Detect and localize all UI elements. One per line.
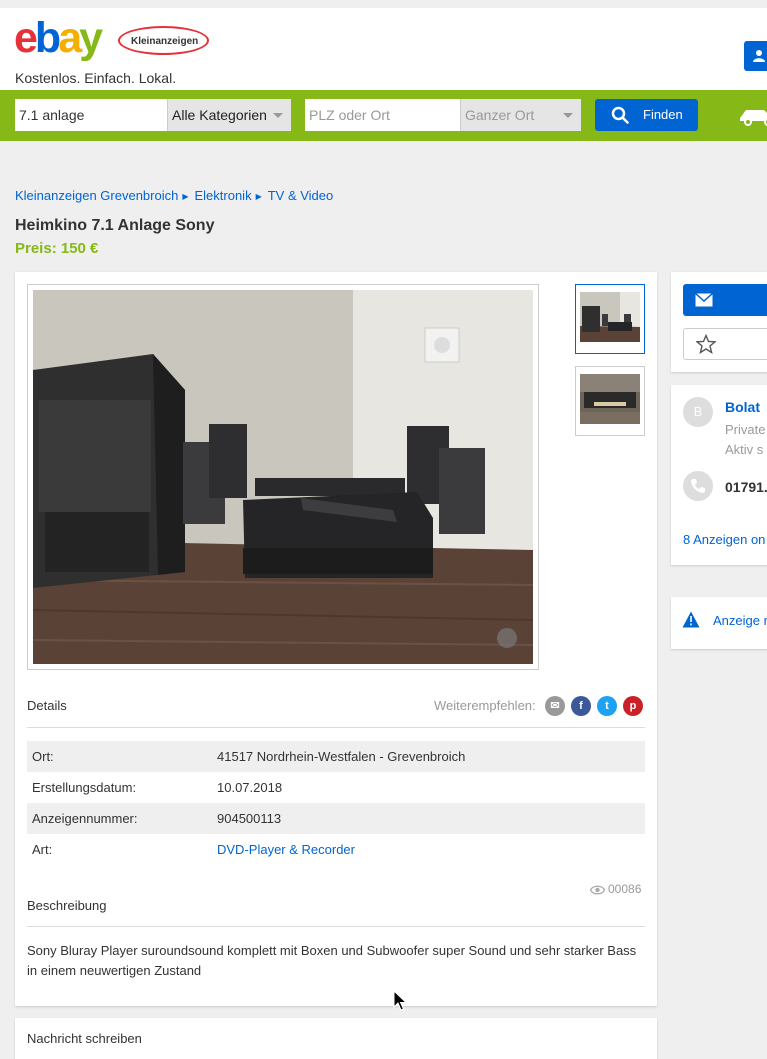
radius-select[interactable]: Ganzer Ort: [460, 99, 581, 131]
divider: [27, 926, 645, 927]
twitter-icon[interactable]: t: [597, 696, 617, 716]
divider: [27, 727, 645, 728]
breadcrumb-item-subcategory[interactable]: TV & Video: [268, 188, 334, 203]
listing-title: Heimkino 7.1 Anlage Sony: [15, 217, 215, 234]
report-box: Anzeige r: [671, 597, 767, 649]
search-icon: [611, 106, 629, 124]
chevron-down-icon: [273, 113, 283, 118]
detail-key: Anzeigennummer:: [32, 811, 138, 826]
seller-type: Private: [725, 422, 766, 437]
breadcrumb-item-category[interactable]: Elektronik: [194, 188, 251, 203]
details-heading: Details: [27, 698, 67, 713]
detail-row: Anzeigennummer: 904500113: [27, 803, 645, 834]
description-heading: Beschreibung: [27, 898, 107, 913]
breadcrumb: Kleinanzeigen Grevenbroich ▶ Elektronik ▶ TV…: [15, 188, 333, 203]
find-button[interactable]: Finden: [595, 99, 698, 131]
mouse-cursor-icon: [393, 990, 407, 1011]
detail-key: Art:: [32, 842, 53, 857]
facebook-icon[interactable]: f: [571, 696, 591, 716]
detail-row: Erstellungsdatum: 10.07.2018: [27, 772, 645, 803]
top-strip: [0, 0, 767, 8]
listing-price: Preis: 150 €: [15, 240, 99, 257]
user-button[interactable]: [744, 41, 767, 71]
detail-value-link[interactable]: DVD-Player & Recorder: [217, 834, 355, 865]
thumbnail-1[interactable]: [575, 284, 645, 354]
send-message-button[interactable]: [683, 284, 767, 316]
radius-select-value: Ganzer Ort: [465, 107, 535, 123]
detail-key: Ort:: [32, 749, 54, 764]
kleinanzeigen-badge-text: Kleinanzeigen: [131, 36, 199, 47]
listing-card: Details Weiterempfehlen: ✉ f t p Ort: 41…: [15, 272, 657, 1006]
breadcrumb-item-city[interactable]: Kleinanzeigen Grevenbroich: [15, 188, 178, 203]
phone-number[interactable]: 01791.: [725, 479, 767, 495]
avatar: B: [683, 397, 713, 427]
more-ads-link[interactable]: 8 Anzeigen on: [683, 532, 765, 547]
view-count: 00086: [608, 882, 642, 896]
user-icon: [753, 50, 765, 62]
location-input[interactable]: PLZ oder Ort: [305, 99, 460, 131]
seller-active-since: Aktiv s: [725, 442, 764, 457]
tagline: Kostenlos. Einfach. Lokal.: [15, 70, 177, 86]
view-counter: 00086: [589, 882, 642, 896]
phone-icon: [683, 471, 713, 501]
chevron-down-icon: [563, 113, 573, 118]
share-label: Weiterempfehlen:: [434, 698, 536, 713]
site-header: ebay Kleinanzeigen Kostenlos. Einfach. L…: [0, 8, 767, 90]
mail-icon[interactable]: ✉: [545, 696, 565, 716]
warning-icon: [682, 611, 700, 628]
search-bar: 7.1 anlage Alle Kategorien PLZ oder Ort …: [0, 90, 767, 141]
message-heading: Nachricht schreiben: [27, 1031, 142, 1046]
description-text: Sony Bluray Player suroundsound komplett…: [27, 943, 637, 978]
detail-value: 41517 Nordrhein-Westfalen - Grevenbroich: [217, 749, 466, 764]
main-image[interactable]: [33, 290, 533, 664]
envelope-icon: [695, 293, 713, 307]
contact-box: [671, 272, 767, 372]
detail-row: Ort: 41517 Nordrhein-Westfalen - Grevenb…: [27, 741, 645, 772]
detail-key: Erstellungsdatum:: [32, 780, 137, 795]
report-listing-link[interactable]: Anzeige r: [713, 613, 767, 628]
category-select[interactable]: Alle Kategorien: [167, 99, 291, 131]
seller-name[interactable]: Bolat: [725, 399, 760, 415]
watchlist-button[interactable]: [683, 328, 767, 360]
detail-row: Art: DVD-Player & Recorder: [27, 834, 645, 865]
car-icon[interactable]: [738, 104, 767, 126]
ebay-logo[interactable]: ebay: [14, 17, 103, 60]
thumbnail-2[interactable]: [575, 366, 645, 436]
eye-icon: [589, 885, 606, 895]
find-button-label: Finden: [643, 107, 683, 122]
breadcrumb-separator-icon: ▶: [255, 192, 262, 201]
seller-box: B Bolat Private Aktiv s 01791. 8 Anzeige…: [671, 385, 767, 565]
category-select-value: Alle Kategorien: [172, 107, 267, 123]
message-card: Nachricht schreiben: [15, 1018, 657, 1059]
star-icon: [696, 334, 716, 354]
main-image-frame: [27, 284, 539, 670]
breadcrumb-separator-icon: ▶: [182, 192, 189, 201]
search-input[interactable]: 7.1 anlage: [15, 99, 167, 131]
pinterest-icon[interactable]: p: [623, 696, 643, 716]
detail-value: 10.07.2018: [217, 780, 283, 795]
detail-value: 904500113: [217, 811, 282, 826]
